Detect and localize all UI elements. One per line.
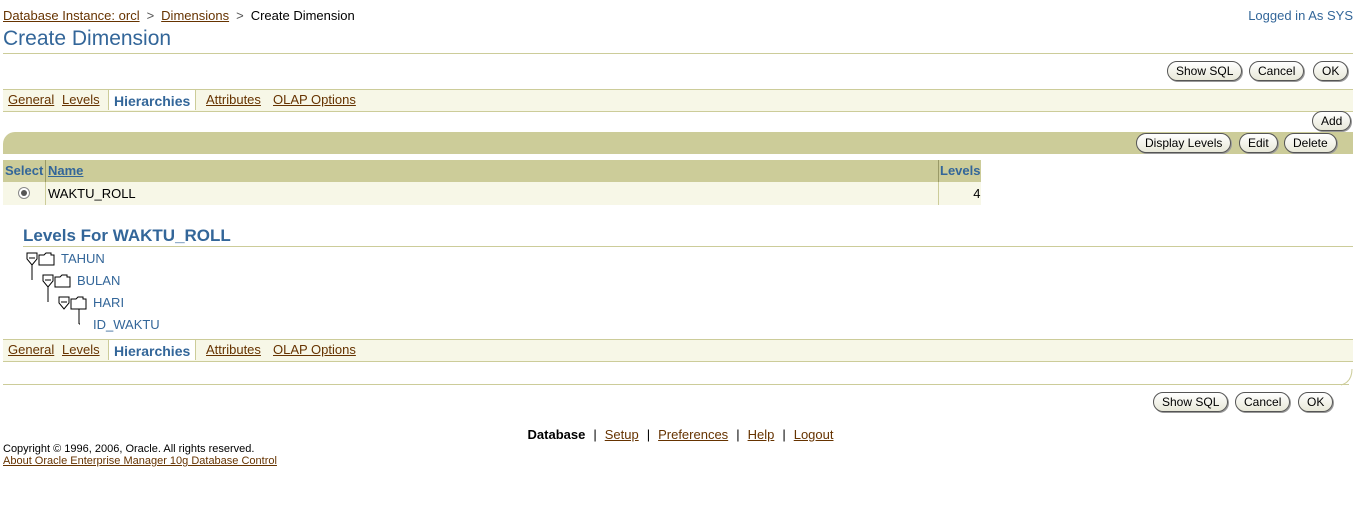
login-status: Logged in As SYS bbox=[1248, 8, 1353, 23]
footer-database: Database bbox=[527, 427, 586, 442]
footer-separator: | bbox=[646, 427, 651, 442]
footer-separator: | bbox=[593, 427, 597, 442]
folder-icon bbox=[54, 274, 71, 288]
tab-bar-top: General Levels Hierarchies Attributes OL… bbox=[3, 89, 1353, 112]
breadcrumb-current: Create Dimension bbox=[250, 8, 355, 23]
tree-node-hari[interactable]: HARI bbox=[93, 295, 124, 310]
column-header-levels: Levels bbox=[938, 160, 982, 182]
copyright: Copyright © 1996, 2006, Oracle. All righ… bbox=[3, 443, 255, 455]
levels-section-divider bbox=[23, 246, 1353, 247]
tab-levels[interactable]: Levels bbox=[62, 342, 100, 357]
tab-general[interactable]: General bbox=[8, 92, 54, 107]
collapse-icon[interactable] bbox=[42, 274, 54, 288]
collapse-icon[interactable] bbox=[58, 296, 70, 310]
cancel-button-bottom[interactable]: Cancel bbox=[1235, 392, 1291, 412]
edit-button[interactable]: Edit bbox=[1239, 133, 1278, 153]
folder-icon bbox=[38, 252, 55, 266]
footer-nav: Database | Setup | Preferences | Help | Logout bbox=[0, 427, 1361, 442]
cancel-button[interactable]: Cancel bbox=[1249, 61, 1305, 81]
ok-button-bottom[interactable]: OK bbox=[1298, 392, 1334, 412]
add-button[interactable]: Add bbox=[1312, 111, 1352, 131]
about-link[interactable]: About Oracle Enterprise Manager 10g Data… bbox=[3, 455, 277, 467]
corner-curve bbox=[1340, 368, 1353, 386]
show-sql-button-bottom[interactable]: Show SQL bbox=[1153, 392, 1229, 412]
breadcrumb-separator: > bbox=[146, 8, 155, 23]
footer-separator: | bbox=[782, 427, 786, 442]
hierarchies-table: Select Name Levels WAKTU_ROLL 4 bbox=[3, 160, 982, 205]
row-name: WAKTU_ROLL bbox=[45, 181, 939, 205]
tree-node-id-waktu[interactable]: ID_WAKTU bbox=[93, 317, 160, 332]
row-levels: 4 bbox=[938, 181, 982, 205]
delete-button[interactable]: Delete bbox=[1284, 133, 1337, 153]
tab-levels[interactable]: Levels bbox=[62, 92, 100, 107]
footer-setup-link[interactable]: Setup bbox=[605, 427, 639, 442]
ok-button[interactable]: OK bbox=[1313, 61, 1349, 81]
title-divider bbox=[3, 53, 1353, 54]
tab-olap-options[interactable]: OLAP Options bbox=[273, 342, 356, 357]
show-sql-button[interactable]: Show SQL bbox=[1167, 61, 1243, 81]
footer-logout-link[interactable]: Logout bbox=[794, 427, 834, 442]
page-title: Create Dimension bbox=[3, 27, 172, 50]
tab-attributes[interactable]: Attributes bbox=[206, 342, 261, 357]
row-select-radio[interactable] bbox=[18, 187, 30, 199]
tree-node-tahun[interactable]: TAHUN bbox=[61, 251, 105, 266]
folder-icon bbox=[70, 296, 87, 310]
tab-hierarchies[interactable]: Hierarchies bbox=[108, 339, 197, 360]
footer-help-link[interactable]: Help bbox=[748, 427, 775, 442]
column-header-select: Select bbox=[3, 160, 46, 182]
levels-section-title: Levels For WAKTU_ROLL bbox=[23, 226, 231, 245]
collapse-icon[interactable] bbox=[26, 252, 38, 266]
tab-bar-bottom: General Levels Hierarchies Attributes OL… bbox=[3, 339, 1353, 362]
breadcrumb-separator: > bbox=[236, 8, 244, 23]
table-row: WAKTU_ROLL 4 bbox=[3, 181, 982, 205]
tree-node-bulan[interactable]: BULAN bbox=[77, 273, 120, 288]
breadcrumb: Database Instance: orcl > Dimensions > Creat… bbox=[3, 8, 355, 23]
tab-hierarchies[interactable]: Hierarchies bbox=[108, 89, 197, 110]
tab-attributes[interactable]: Attributes bbox=[206, 92, 261, 107]
breadcrumb-dimensions[interactable]: Dimensions bbox=[161, 8, 229, 23]
bottom-divider bbox=[3, 384, 1349, 385]
tab-general[interactable]: General bbox=[8, 342, 54, 357]
display-levels-button[interactable]: Display Levels bbox=[1136, 133, 1232, 153]
breadcrumb-database-instance[interactable]: Database Instance: orcl bbox=[3, 8, 140, 23]
footer-separator: | bbox=[736, 427, 740, 442]
tab-olap-options[interactable]: OLAP Options bbox=[273, 92, 356, 107]
radio-selected-dot bbox=[21, 190, 27, 196]
column-header-name[interactable]: Name bbox=[48, 163, 83, 178]
footer-preferences-link[interactable]: Preferences bbox=[658, 427, 728, 442]
